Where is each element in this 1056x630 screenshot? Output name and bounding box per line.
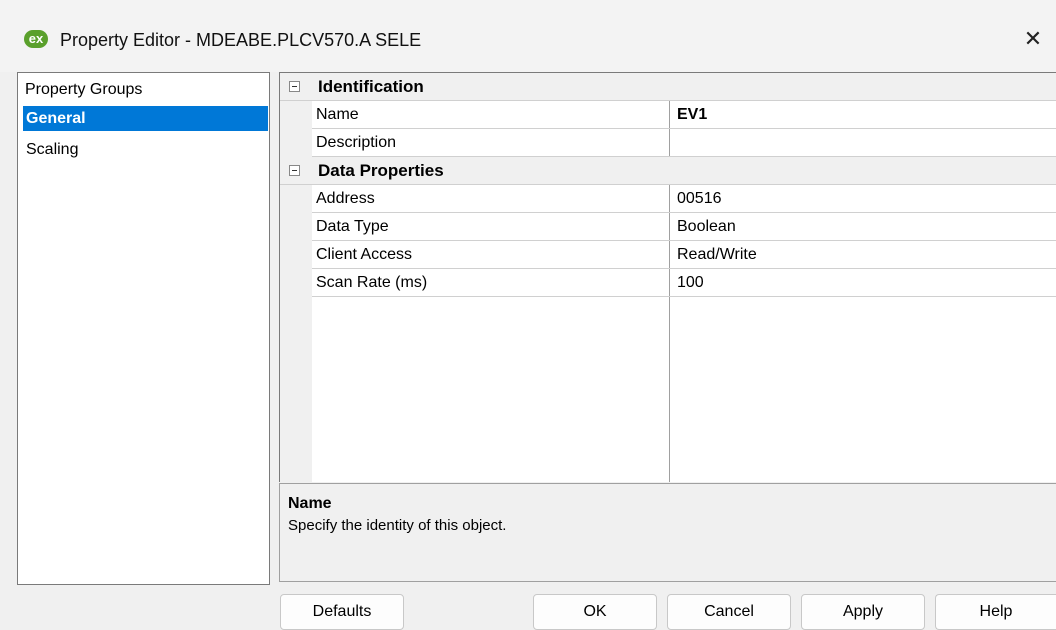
window-title: Property Editor - MDEABE.PLCV570.A SELE xyxy=(60,30,422,50)
defaults-button[interactable]: Defaults xyxy=(280,594,404,630)
property-row-client-access[interactable]: Client Access Read/Write xyxy=(280,241,1056,269)
category-identification[interactable]: Identification xyxy=(280,73,1056,101)
property-row-address[interactable]: Address 00516 xyxy=(280,185,1056,213)
group-item-general[interactable]: General xyxy=(23,106,268,131)
property-name: Description xyxy=(316,134,397,151)
app-icon: ex xyxy=(24,30,48,48)
close-icon: ✕ xyxy=(1023,26,1043,51)
property-help-panel: Name Specify the identity of this object… xyxy=(279,483,1056,582)
help-text: Specify the identity of this object. xyxy=(288,517,507,534)
property-row-description[interactable]: Description xyxy=(280,129,1056,157)
property-name: Address xyxy=(316,190,375,207)
collapse-icon[interactable] xyxy=(289,81,300,92)
property-grid: Identification Name EV1 Description Data… xyxy=(279,72,1056,482)
apply-button[interactable]: Apply xyxy=(801,594,925,630)
property-value[interactable]: 100 xyxy=(677,273,704,293)
row-rule xyxy=(312,296,1056,297)
property-name: Scan Rate (ms) xyxy=(316,274,428,291)
property-name: Data Type xyxy=(316,218,389,235)
property-row-data-type[interactable]: Data Type Boolean xyxy=(280,213,1056,241)
property-row-scan-rate[interactable]: Scan Rate (ms) 100 xyxy=(280,269,1056,297)
help-button[interactable]: Help xyxy=(935,594,1056,630)
property-groups-header: Property Groups xyxy=(25,81,143,98)
property-name: Name xyxy=(316,106,359,123)
property-value[interactable]: EV1 xyxy=(677,105,707,125)
category-label: Data Properties xyxy=(318,161,444,180)
title-bar: ex Property Editor - MDEABE.PLCV570.A SE… xyxy=(0,0,1056,72)
property-value[interactable]: Read/Write xyxy=(677,245,757,265)
cancel-button[interactable]: Cancel xyxy=(667,594,791,630)
group-item-label: Scaling xyxy=(26,141,79,158)
property-row-name[interactable]: Name EV1 xyxy=(280,101,1056,129)
help-title: Name xyxy=(288,495,332,512)
ok-button[interactable]: OK xyxy=(533,594,657,630)
group-item-label: General xyxy=(26,110,86,127)
property-value[interactable]: 00516 xyxy=(677,189,722,209)
property-groups-panel: Property Groups General Scaling xyxy=(17,72,270,585)
group-item-scaling[interactable]: Scaling xyxy=(23,137,268,162)
collapse-icon[interactable] xyxy=(289,165,300,176)
category-data-properties[interactable]: Data Properties xyxy=(280,157,1056,185)
property-name: Client Access xyxy=(316,246,413,263)
close-button[interactable]: ✕ xyxy=(1016,22,1050,56)
category-label: Identification xyxy=(318,77,424,96)
property-value[interactable]: Boolean xyxy=(677,217,736,237)
